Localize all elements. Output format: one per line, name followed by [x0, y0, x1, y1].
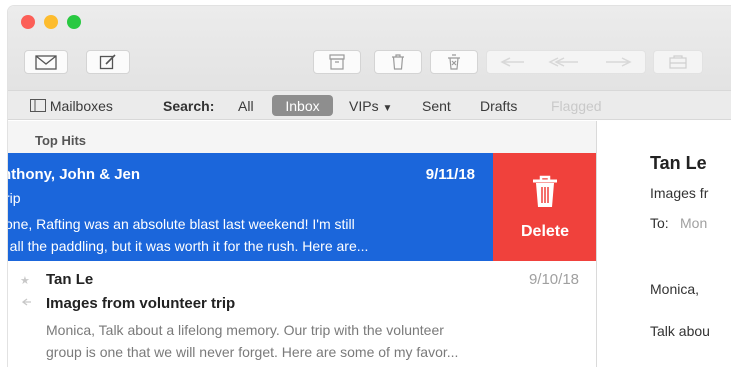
- trash-button[interactable]: [374, 50, 422, 74]
- scope-bar: Mailboxes Search: All Inbox VIPs ▼ Sent …: [8, 90, 731, 120]
- reply-icon: [500, 57, 632, 67]
- archive-icon: [329, 54, 345, 70]
- scope-sent[interactable]: Sent: [422, 98, 451, 114]
- replied-icon: [22, 298, 31, 306]
- junk-button[interactable]: [430, 50, 478, 74]
- mail-window: Mailboxes Search: All Inbox VIPs ▼ Sent …: [8, 6, 731, 367]
- reading-greeting: Monica,: [650, 281, 700, 297]
- message-preview: yone, Rafting was an absolute blast last…: [8, 213, 478, 257]
- message-preview-line: group is one that we will never forget. …: [46, 344, 459, 360]
- scope-inbox[interactable]: Inbox: [272, 95, 333, 116]
- reading-to-value: Mon: [680, 215, 708, 231]
- message-subject: Images from volunteer trip: [46, 295, 236, 312]
- envelope-icon: [35, 54, 57, 70]
- scope-all[interactable]: All: [238, 98, 254, 114]
- message-date: 9/10/18: [528, 271, 579, 288]
- reading-subject: Images fr: [650, 185, 709, 201]
- swipe-delete-button[interactable]: Delete: [493, 153, 596, 261]
- sidebar-icon: [30, 99, 46, 112]
- reading-body: Talk abou: [650, 323, 710, 339]
- message-list: Top Hits nthony, John & Jen 9/11/18 rip …: [8, 121, 597, 367]
- message-subject: rip: [8, 190, 21, 206]
- reading-from: Tan Le: [650, 153, 707, 173]
- window-controls: [21, 15, 81, 29]
- fullscreen-window-button[interactable]: [67, 15, 81, 29]
- message-date: 9/11/18: [425, 166, 475, 183]
- delete-label: Delete: [520, 223, 570, 240]
- mailboxes-label: Mailboxes: [49, 98, 113, 114]
- reading-to-label: To:: [650, 215, 669, 231]
- archive-button[interactable]: [313, 50, 361, 74]
- chevron-down-icon: ▼: [382, 103, 393, 114]
- message-preview-line: n all the paddling, but it was worth it …: [8, 238, 369, 254]
- trash-icon: [533, 175, 557, 207]
- search-label: Search:: [163, 98, 215, 114]
- trash-icon: [392, 54, 404, 70]
- message-row[interactable]: ★ Tan Le 9/10/18 Images from volunteer t…: [8, 261, 596, 367]
- section-header: Top Hits: [8, 121, 596, 153]
- toolbar: [8, 6, 731, 90]
- vip-star-icon: ★: [20, 275, 30, 287]
- junk-icon: [448, 54, 460, 70]
- message-preview-line: yone, Rafting was an absolute blast last…: [8, 216, 355, 232]
- move-button[interactable]: [653, 50, 703, 74]
- message-sender: nthony, John & Jen: [8, 166, 141, 183]
- scope-vips[interactable]: VIPs ▼: [349, 98, 392, 114]
- message-preview: Monica, Talk about a lifelong memory. Ou…: [46, 319, 586, 363]
- scope-vips-label: VIPs: [349, 98, 379, 114]
- message-row-selected[interactable]: nthony, John & Jen 9/11/18 rip yone, Raf…: [8, 153, 493, 261]
- reply-forward-group[interactable]: [486, 50, 646, 74]
- get-mail-button[interactable]: [24, 50, 68, 74]
- compose-icon: [99, 54, 116, 70]
- message-sender: Tan Le: [46, 271, 94, 288]
- message-preview-line: Monica, Talk about a lifelong memory. Ou…: [46, 322, 444, 338]
- scope-drafts[interactable]: Drafts: [480, 98, 517, 114]
- close-window-button[interactable]: [21, 15, 35, 29]
- mailboxes-button[interactable]: Mailboxes: [30, 98, 113, 114]
- minimize-window-button[interactable]: [44, 15, 58, 29]
- reading-pane: Tan Le Images fr To: Mon Monica, Talk ab…: [598, 121, 731, 367]
- compose-button[interactable]: [86, 50, 130, 74]
- scope-flagged[interactable]: Flagged: [551, 98, 602, 114]
- move-icon: [669, 55, 687, 69]
